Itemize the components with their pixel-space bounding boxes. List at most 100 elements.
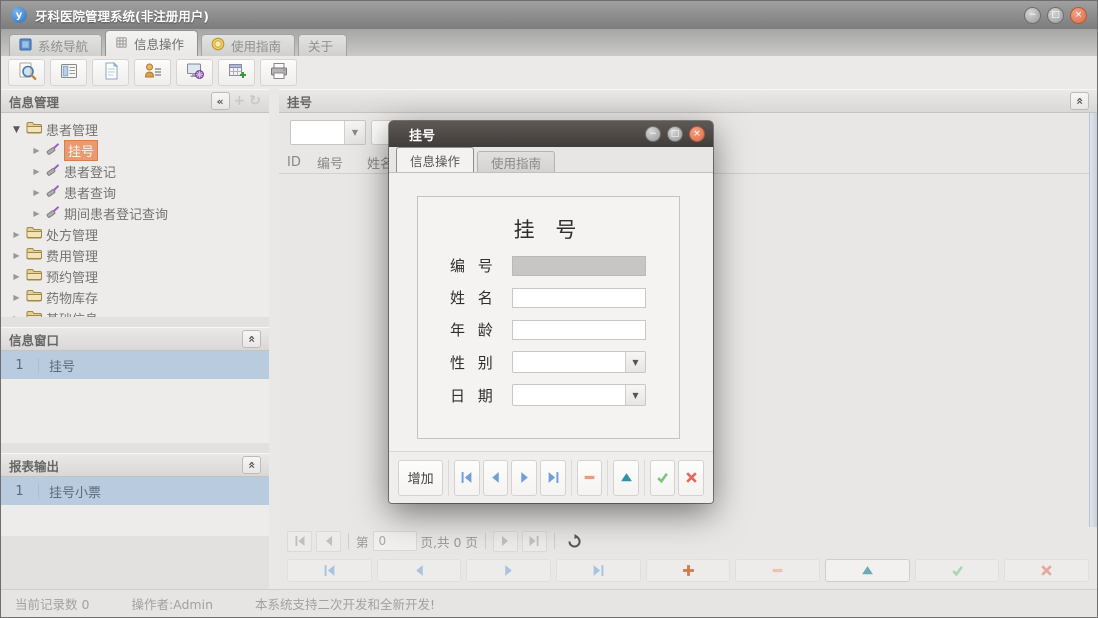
tree-item-label: 基础信息 bbox=[46, 309, 98, 317]
folder-icon bbox=[26, 226, 42, 243]
column-header-id[interactable]: ID bbox=[287, 155, 317, 170]
tree-item-period-patient-query[interactable]: ▶ 期间患者登记查询 bbox=[1, 203, 269, 224]
dropdown-arrow-icon[interactable]: ▼ bbox=[625, 352, 645, 372]
tab-info-operation[interactable]: 信息操作 bbox=[105, 30, 198, 56]
report-item-registration-ticket[interactable]: 1 挂号小票 bbox=[1, 477, 269, 505]
expand-arrow-icon[interactable]: ▶ bbox=[31, 188, 42, 197]
dropdown-arrow-icon[interactable]: ▼ bbox=[344, 121, 365, 144]
form-view-button[interactable] bbox=[50, 59, 87, 86]
next-record-button[interactable] bbox=[466, 559, 551, 582]
name-field[interactable] bbox=[512, 288, 646, 308]
edit-record-button[interactable] bbox=[613, 460, 639, 496]
column-header-number[interactable]: 编号 bbox=[317, 153, 367, 172]
user-list-button[interactable] bbox=[134, 59, 171, 86]
statusbar: 当前记录数 0 操作者:Admin 本系统支持二次开发和全新开发! bbox=[1, 589, 1097, 617]
prev-page-button[interactable] bbox=[316, 531, 341, 552]
record-navigator-bar bbox=[279, 558, 1097, 583]
registration-panel-title: 挂号 bbox=[287, 92, 312, 111]
search-icon bbox=[17, 61, 37, 85]
refresh-button[interactable] bbox=[562, 531, 587, 552]
cancel-record-button[interactable] bbox=[678, 460, 704, 496]
expand-arrow-icon[interactable]: ▶ bbox=[11, 314, 22, 317]
add-button[interactable]: 增加 bbox=[398, 460, 443, 496]
gender-select[interactable]: ▼ bbox=[512, 351, 646, 373]
printer-button[interactable] bbox=[260, 59, 297, 86]
tree-item-prescription-management[interactable]: ▶ 处方管理 bbox=[1, 224, 269, 245]
tree-item-patient-management[interactable]: ▼ 患者管理 bbox=[1, 119, 269, 140]
last-record-button[interactable] bbox=[540, 460, 566, 496]
document-button[interactable] bbox=[92, 59, 129, 86]
last-page-button[interactable] bbox=[522, 531, 547, 552]
tree-item-drug-inventory[interactable]: ▶ 药物库存 bbox=[1, 287, 269, 308]
dropdown-arrow-icon[interactable]: ▼ bbox=[625, 385, 645, 405]
dialog-minimize-button[interactable]: − bbox=[645, 126, 661, 142]
dialog-maximize-button[interactable]: □ bbox=[667, 126, 683, 142]
last-record-button[interactable] bbox=[556, 559, 641, 582]
page-number-input[interactable] bbox=[373, 531, 417, 551]
minimize-button[interactable]: − bbox=[1024, 7, 1041, 24]
form-title: 挂 号 bbox=[418, 214, 679, 244]
dialog-tab-user-guide[interactable]: 使用指南 bbox=[477, 151, 555, 172]
next-page-button[interactable] bbox=[493, 531, 518, 552]
delete-record-button[interactable] bbox=[735, 559, 820, 582]
prev-record-button[interactable] bbox=[483, 460, 509, 496]
dialog-close-button[interactable]: × bbox=[689, 126, 705, 142]
expand-arrow-icon[interactable]: ▶ bbox=[11, 272, 22, 281]
search-button[interactable] bbox=[8, 59, 45, 86]
vertical-scrollbar[interactable] bbox=[1089, 113, 1097, 527]
dialog-titlebar[interactable]: 挂号 − □ × bbox=[389, 121, 713, 147]
expand-arrow-icon[interactable]: ▶ bbox=[11, 293, 22, 302]
collapse-sidebar-button[interactable]: « bbox=[211, 92, 230, 110]
post-record-button[interactable] bbox=[650, 460, 676, 496]
insert-record-button[interactable] bbox=[646, 559, 731, 582]
close-button[interactable]: × bbox=[1070, 7, 1087, 24]
tree-item-label: 期间患者登记查询 bbox=[64, 204, 168, 223]
dialog-tab-info-operation[interactable]: 信息操作 bbox=[396, 147, 474, 172]
document-icon bbox=[101, 61, 121, 85]
record-count-label: 当前记录数 0 bbox=[15, 594, 89, 613]
collapse-panel-button[interactable]: « bbox=[242, 330, 261, 348]
next-record-button[interactable] bbox=[511, 460, 537, 496]
tree-item-registration[interactable]: ▶ 挂号 bbox=[1, 140, 269, 161]
age-field[interactable] bbox=[512, 320, 646, 340]
tree-item-patient-checkin[interactable]: ▶ 患者登记 bbox=[1, 161, 269, 182]
list-item-index: 1 bbox=[1, 358, 39, 373]
first-page-button[interactable] bbox=[287, 531, 312, 552]
first-record-button[interactable] bbox=[454, 460, 480, 496]
tree-item-appointment-management[interactable]: ▶ 预约管理 bbox=[1, 266, 269, 287]
field-label-date: 日 期 bbox=[450, 385, 512, 406]
table-add-button[interactable] bbox=[218, 59, 255, 86]
tree-item-basic-info[interactable]: ▶ 基础信息 bbox=[1, 308, 269, 317]
first-record-button[interactable] bbox=[287, 559, 372, 582]
tab-user-guide[interactable]: 使用指南 bbox=[201, 34, 295, 56]
wand-icon bbox=[46, 205, 60, 223]
filter-combobox[interactable]: ▼ bbox=[290, 120, 366, 145]
collapse-panel-button[interactable]: « bbox=[1070, 92, 1089, 110]
info-window-panel-header: 信息窗口 « bbox=[1, 327, 269, 351]
date-select[interactable]: ▼ bbox=[512, 384, 646, 406]
expand-arrow-icon[interactable]: ▶ bbox=[11, 230, 22, 239]
expand-arrow-icon[interactable]: ▶ bbox=[11, 251, 22, 260]
tree-item-fee-management[interactable]: ▶ 费用管理 bbox=[1, 245, 269, 266]
tab-label: 使用指南 bbox=[231, 36, 281, 55]
maximize-button[interactable]: □ bbox=[1047, 7, 1064, 24]
prev-record-button[interactable] bbox=[377, 559, 462, 582]
tab-label: 信息操作 bbox=[410, 151, 460, 170]
post-record-button[interactable] bbox=[915, 559, 1000, 582]
collapse-panel-button[interactable]: « bbox=[242, 456, 261, 474]
expand-arrow-icon[interactable]: ▶ bbox=[31, 146, 42, 155]
app-window: y 牙科医院管理系统(非注册用户) − □ × 系统导航 信息操作 使用指南 关… bbox=[0, 0, 1098, 618]
tree-item-patient-query[interactable]: ▶ 患者查询 bbox=[1, 182, 269, 203]
collapse-arrow-icon[interactable]: ▼ bbox=[11, 125, 22, 135]
dialog-toolbar: 增加 bbox=[389, 451, 713, 503]
field-label-number: 编 号 bbox=[450, 255, 512, 276]
monitor-globe-button[interactable] bbox=[176, 59, 213, 86]
expand-arrow-icon[interactable]: ▶ bbox=[31, 209, 42, 218]
edit-record-button[interactable] bbox=[825, 559, 910, 582]
cancel-record-button[interactable] bbox=[1004, 559, 1089, 582]
expand-arrow-icon[interactable]: ▶ bbox=[31, 167, 42, 176]
tab-about[interactable]: 关于 bbox=[298, 34, 347, 56]
delete-record-button[interactable] bbox=[577, 460, 603, 496]
info-window-item-registration[interactable]: 1 挂号 bbox=[1, 351, 269, 379]
tab-system-navigation[interactable]: 系统导航 bbox=[9, 34, 102, 56]
